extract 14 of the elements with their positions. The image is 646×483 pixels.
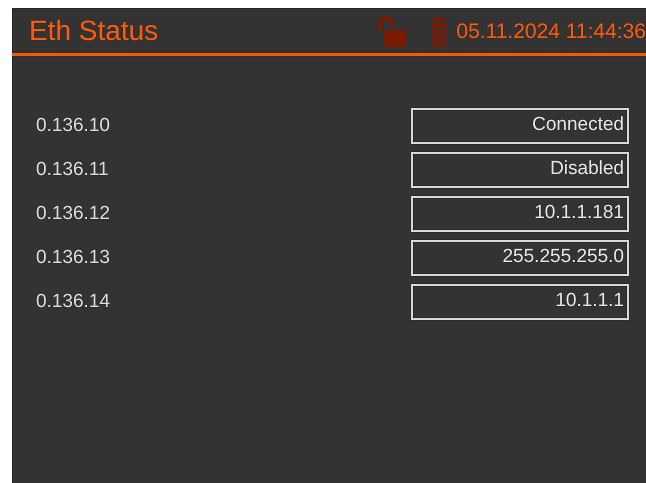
unlocked-padlock-icon	[378, 16, 406, 48]
value-field: 255.255.255.0	[411, 240, 629, 276]
parameter-label: 0.136.13	[36, 247, 110, 269]
value-field: 10.1.1.1	[411, 284, 629, 320]
parameter-label: 0.136.12	[36, 203, 110, 225]
screen-title: Eth Status	[29, 14, 158, 46]
battery-icon	[432, 16, 446, 46]
parameter-label: 0.136.14	[36, 291, 110, 313]
value-field: Connected	[411, 108, 629, 144]
value-field: 10.1.1.181	[411, 196, 629, 232]
parameter-label: 0.136.11	[36, 159, 109, 181]
parameter-label: 0.136.10	[36, 115, 110, 137]
date-time: 05.11.2024 11:44:36	[456, 20, 646, 44]
value-field: Disabled	[411, 152, 629, 188]
